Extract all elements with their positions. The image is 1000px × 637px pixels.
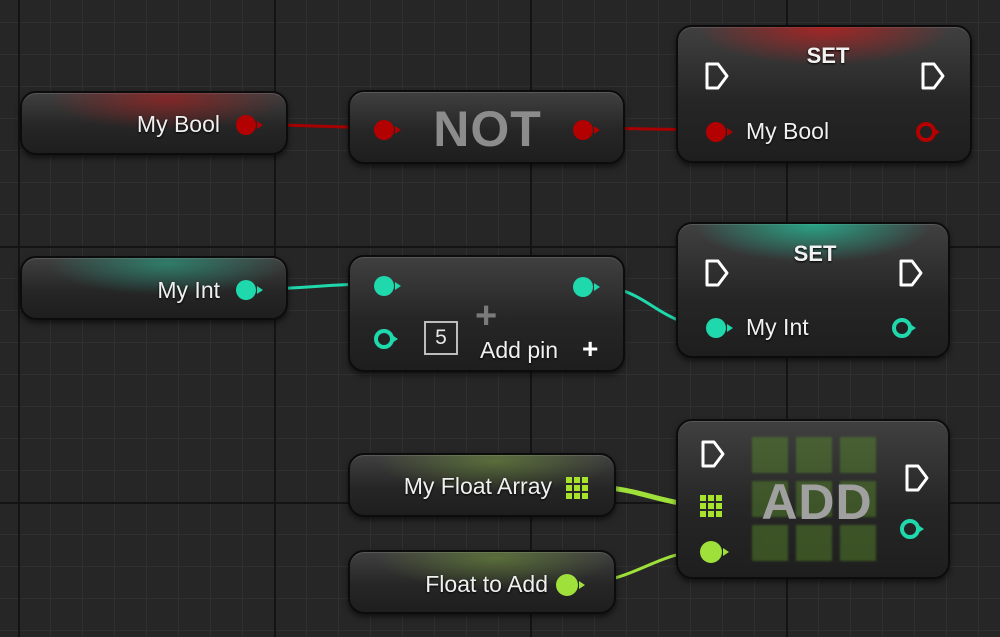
get-my-bool-node[interactable]: My Bool [20,91,288,155]
exec-output-pin[interactable] [920,61,946,91]
int-output-pin[interactable] [236,280,263,300]
bool-output-pin[interactable] [236,115,263,135]
array-output-pin-icon[interactable] [566,477,588,499]
input-label: My Bool [746,118,830,144]
float-to-add-node[interactable]: Float to Add [348,550,616,614]
set-my-int-node[interactable]: SET My Int [676,222,950,358]
exec-input-pin[interactable] [704,61,730,91]
not-input-pin[interactable] [374,120,401,140]
float-input-pin[interactable] [700,541,729,563]
int-input-pin-b[interactable] [374,329,398,349]
add-int-node[interactable]: 5 + Add pin + [348,255,625,372]
bool-output-pin[interactable] [916,122,940,142]
set-title: SET [793,241,837,266]
set-my-bool-node[interactable]: SET My Bool [676,25,972,163]
int-input-pin[interactable] [706,318,733,338]
set-title: SET [806,43,850,68]
exec-output-pin[interactable] [898,258,924,288]
array-add-node[interactable]: ADD [676,419,950,579]
get-my-int-node[interactable]: My Int [20,256,288,320]
float-output-pin[interactable] [556,574,585,596]
not-output-pin[interactable] [573,120,600,140]
array-input-pin-icon[interactable] [700,495,722,517]
not-title: NOT [433,101,542,157]
get-my-float-array-node[interactable]: My Float Array [348,453,616,517]
input-label: My Int [746,314,809,340]
exec-input-pin[interactable] [704,258,730,288]
exec-input-pin[interactable] [700,439,726,469]
default-value-box[interactable]: 5 [424,321,458,355]
bool-input-pin[interactable] [706,122,733,142]
int-input-pin-a[interactable] [374,276,401,296]
node-label: Float to Add [425,571,548,597]
int-output-pin[interactable] [573,277,600,297]
add-pin-icon[interactable]: + [582,335,598,363]
node-label: My Bool [136,111,220,137]
int-output-pin[interactable] [892,318,916,338]
add-pin-label[interactable]: Add pin [480,337,558,364]
node-label: My Int [157,277,220,303]
int-output-pin[interactable] [900,519,924,539]
node-label: My Float Array [403,473,552,499]
add-title: ADD [761,474,873,530]
not-node[interactable]: NOT [348,90,625,164]
exec-output-pin[interactable] [904,463,930,493]
operator-plus-icon: + [475,295,498,337]
